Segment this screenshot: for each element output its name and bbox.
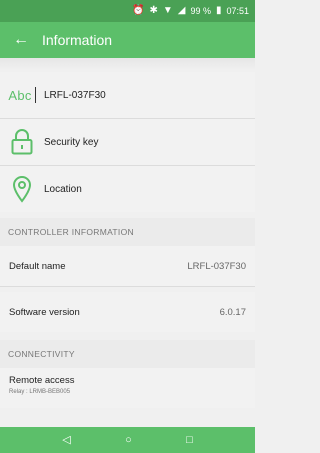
default-name-label: Default name	[9, 260, 66, 272]
signal-icon: ◢	[177, 5, 186, 16]
location-row[interactable]: Location	[0, 166, 255, 212]
default-name-value: LRFL-037F30	[187, 260, 246, 272]
security-key-row[interactable]: Security key	[0, 119, 255, 165]
software-version-label: Software version	[9, 306, 80, 318]
location-pin-icon	[0, 175, 44, 203]
lock-icon	[0, 129, 44, 155]
nav-back-icon[interactable]: ◁	[62, 434, 70, 446]
divider	[0, 286, 255, 287]
wifi-icon: ▼	[162, 5, 173, 16]
app-bar: ← Information	[0, 22, 255, 58]
bluetooth-icon: ✱	[149, 5, 158, 16]
security-key-label: Security key	[44, 136, 99, 148]
battery-icon: ▮	[215, 5, 222, 16]
remote-access-row[interactable]: Remote access Relay : LRMB-BEB005	[0, 368, 255, 408]
name-row[interactable]: Abc LRFL-037F30	[0, 72, 255, 118]
clock: 07:51	[226, 6, 249, 16]
connectivity-header: CONNECTIVITY	[0, 340, 255, 368]
status-bar: ⏰ ✱ ▼ ◢ 99 % ▮ 07:51	[0, 0, 255, 22]
system-nav-bar: ◁ ○ □	[0, 427, 255, 453]
page-title: Information	[42, 32, 113, 48]
arrow-left-icon[interactable]: ←	[0, 32, 42, 48]
nav-recents-icon[interactable]: □	[186, 434, 193, 446]
alarm-icon: ⏰	[131, 5, 145, 16]
relay-id: Relay : LRMB-BEB005	[9, 389, 71, 395]
default-name-row: Default name LRFL-037F30	[0, 246, 255, 286]
remote-access-label: Remote access	[9, 375, 75, 386]
app-bar-shadow	[0, 58, 255, 70]
location-label: Location	[44, 183, 82, 195]
software-version-value: 6.0.17	[219, 306, 246, 318]
battery-level: 99 %	[190, 6, 211, 16]
controller-information-header: CONTROLLER INFORMATION	[0, 218, 255, 246]
nav-home-icon[interactable]: ○	[125, 434, 132, 446]
abc-icon-text: Abc	[8, 87, 32, 103]
software-version-row: Software version 6.0.17	[0, 292, 255, 332]
text-field-icon: Abc	[0, 87, 44, 103]
controller-name-value: LRFL-037F30	[44, 89, 106, 101]
